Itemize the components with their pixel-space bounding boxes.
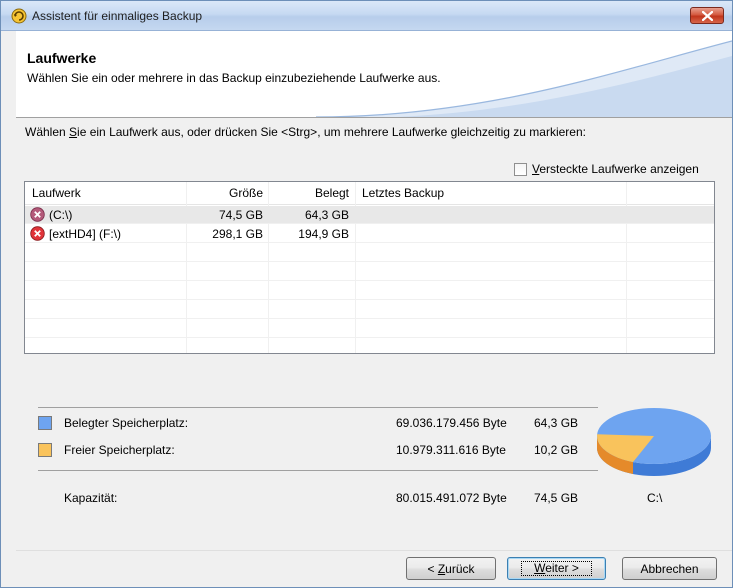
drive-error-icon (30, 207, 45, 222)
wizard-window: Assistent für einmaliges Backup Laufwerk… (0, 0, 733, 588)
drive-size: 74,5 GB (218, 208, 263, 222)
drive-used: 194,9 GB (298, 227, 349, 241)
drive-error-icon (30, 226, 45, 241)
title-bar[interactable]: Assistent für einmaliges Backup (1, 1, 732, 31)
drive-size: 298,1 GB (212, 227, 263, 241)
drive-used: 64,3 GB (304, 208, 349, 222)
free-space-label: Freier Speicherplatz: (64, 443, 175, 457)
capacity-label: Kapazität: (64, 491, 118, 505)
summary-divider (38, 407, 598, 408)
page-subtitle: Wählen Sie ein oder mehrere in das Backu… (27, 71, 441, 85)
drive-list-table[interactable]: Laufwerk Größe Belegt Letztes Backup (C:… (24, 181, 715, 354)
page-title: Laufwerke (27, 50, 97, 66)
button-bar: < Zurück Weiter > Abbrechen (16, 550, 732, 587)
show-hidden-drives-label: Versteckte Laufwerke anzeigen (532, 162, 699, 176)
empty-row (25, 339, 714, 353)
empty-row (25, 282, 714, 300)
next-button[interactable]: Weiter > (507, 557, 606, 580)
free-space-swatch (38, 443, 52, 457)
backup-app-icon (11, 8, 27, 24)
close-button[interactable] (690, 7, 724, 24)
used-space-label: Belegter Speicherplatz: (64, 416, 189, 430)
close-icon (701, 10, 713, 21)
summary-divider (38, 470, 598, 471)
wizard-header: Laufwerke Wählen Sie ein oder mehrere in… (16, 31, 732, 117)
empty-row (25, 301, 714, 319)
usage-pie-chart (597, 408, 711, 476)
column-header-used[interactable]: Belegt (271, 186, 349, 200)
table-row[interactable]: [extHD4] (F:\) 298,1 GB 194,9 GB (25, 225, 714, 243)
show-hidden-drives-checkbox[interactable]: Versteckte Laufwerke anzeigen (514, 162, 699, 176)
used-space-gb: 64,3 GB (534, 416, 579, 430)
empty-row (25, 263, 714, 281)
column-header-size[interactable]: Größe (189, 186, 263, 200)
drive-name: (C:\) (49, 208, 73, 222)
capacity-gb: 74,5 GB (534, 491, 579, 505)
free-space-gb: 10,2 GB (534, 443, 579, 457)
used-space-bytes: 69.036.179.456 Byte (396, 416, 507, 430)
column-header-drive[interactable]: Laufwerk (32, 186, 81, 200)
empty-row (25, 320, 714, 338)
space-summary: Belegter Speicherplatz: 69.036.179.456 B… (38, 406, 598, 506)
instruction-text: Wählen Sie ein Laufwerk aus, oder drücke… (25, 125, 586, 139)
capacity-bytes: 80.015.491.072 Byte (396, 491, 507, 505)
drive-name: [extHD4] (F:\) (49, 227, 122, 241)
window-title: Assistent für einmaliges Backup (32, 9, 203, 23)
wizard-content: Wählen Sie ein Laufwerk aus, oder drücke… (16, 118, 732, 550)
pie-drive-label: C:\ (647, 491, 663, 505)
column-header-last-backup[interactable]: Letztes Backup (362, 186, 444, 200)
cancel-button[interactable]: Abbrechen (622, 557, 717, 580)
table-row[interactable]: (C:\) 74,5 GB 64,3 GB (25, 206, 714, 224)
back-button[interactable]: < Zurück (406, 557, 496, 580)
used-space-swatch (38, 416, 52, 430)
table-header: Laufwerk Größe Belegt Letztes Backup (25, 182, 714, 205)
free-space-bytes: 10.979.311.616 Byte (396, 443, 506, 457)
checkbox-box[interactable] (514, 162, 527, 176)
empty-row (25, 244, 714, 262)
